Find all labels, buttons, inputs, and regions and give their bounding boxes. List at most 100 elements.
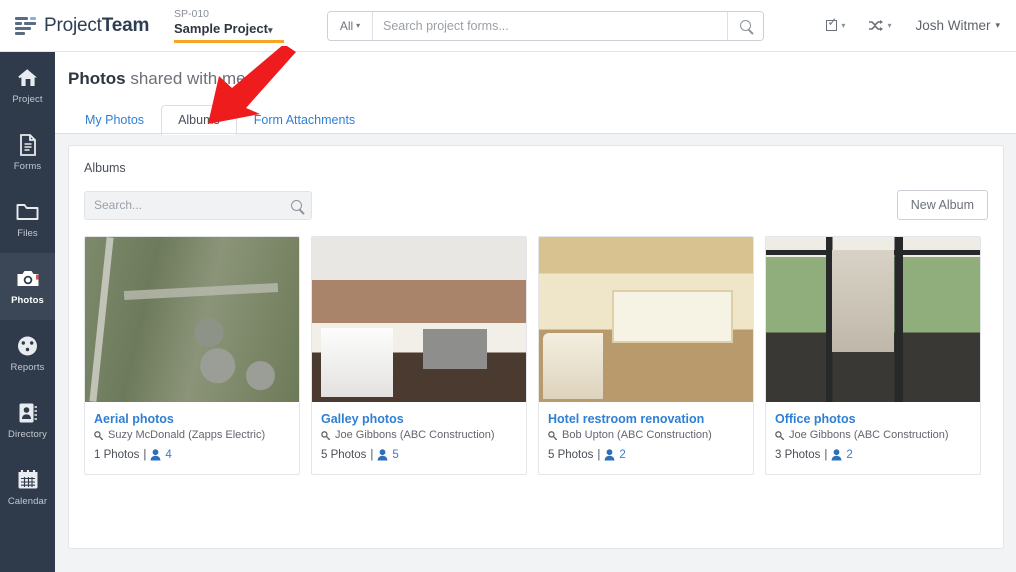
project-code: SP-010 bbox=[174, 7, 210, 20]
sidebar-item-directory[interactable]: Directory bbox=[0, 387, 55, 454]
logo-wordmark: ProjectTeam bbox=[44, 15, 149, 37]
album-search-input[interactable] bbox=[94, 198, 291, 212]
album-photo-count: 5 Photos bbox=[548, 449, 594, 461]
chevron-down-icon: ▾ bbox=[841, 21, 846, 30]
album-owner-label: Joe Gibbons (ABC Construction) bbox=[789, 429, 949, 441]
project-selector[interactable]: SP-010 Sample Project▾ bbox=[174, 0, 292, 52]
meta-separator: | bbox=[824, 449, 828, 461]
sidebar-item-reports[interactable]: Reports bbox=[0, 320, 55, 387]
search-icon bbox=[740, 20, 751, 31]
albums-toolbar: New Album bbox=[69, 175, 1003, 220]
user-menu[interactable]: Josh Witmer ▾ bbox=[915, 18, 1000, 33]
album-thumbnail[interactable] bbox=[766, 237, 980, 402]
new-album-button[interactable]: New Album bbox=[896, 190, 988, 220]
camera-icon bbox=[16, 268, 40, 290]
tasks-menu[interactable]: ▾ bbox=[826, 16, 846, 31]
home-icon bbox=[16, 67, 40, 89]
gauge-icon bbox=[16, 335, 40, 357]
global-search-input[interactable] bbox=[373, 11, 727, 40]
sidebar-item-project[interactable]: Project bbox=[0, 52, 55, 119]
album-photo-count: 3 Photos bbox=[775, 449, 821, 461]
album-card-body: Office photos Joe Gibbons (ABC Construct… bbox=[766, 402, 980, 474]
album-member-count: 2 bbox=[619, 449, 626, 461]
left-sidebar: Project Forms Files Photos Reports Direc… bbox=[0, 52, 55, 572]
album-thumbnail[interactable] bbox=[85, 237, 299, 402]
checkbox-check-icon bbox=[826, 16, 837, 31]
tab-bar-divider bbox=[55, 133, 1016, 134]
folder-icon bbox=[16, 201, 40, 223]
tab-bar: My Photos Albums Form Attachments bbox=[68, 104, 372, 135]
user-name-label: Josh Witmer bbox=[915, 18, 991, 33]
key-icon bbox=[775, 430, 785, 440]
album-member-count: 4 bbox=[165, 449, 172, 461]
sidebar-item-files[interactable]: Files bbox=[0, 186, 55, 253]
albums-panel: Albums New Album Aerial photos bbox=[68, 145, 1004, 549]
key-icon bbox=[94, 430, 104, 440]
album-owner-label: Suzy McDonald (Zapps Electric) bbox=[108, 429, 266, 441]
search-submit-button[interactable] bbox=[727, 11, 763, 40]
search-scope-label: All bbox=[339, 18, 354, 33]
logo-text-regular: Project bbox=[44, 14, 102, 36]
meta-separator: | bbox=[597, 449, 601, 461]
album-owner: Joe Gibbons (ABC Construction) bbox=[775, 427, 971, 444]
sidebar-item-calendar[interactable]: Calendar bbox=[0, 454, 55, 521]
sidebar-label: Reports bbox=[10, 361, 45, 373]
album-card-body: Aerial photos Suzy McDonald (Zapps Elect… bbox=[85, 402, 299, 474]
album-owner: Joe Gibbons (ABC Construction) bbox=[321, 427, 517, 444]
chevron-down-icon: ▾ bbox=[356, 21, 361, 30]
album-card[interactable]: Hotel restroom renovation Bob Upton (ABC… bbox=[538, 236, 754, 475]
album-card[interactable]: Office photos Joe Gibbons (ABC Construct… bbox=[765, 236, 981, 475]
global-search: All ▾ bbox=[327, 10, 764, 41]
projectteam-logo-icon bbox=[15, 16, 37, 36]
album-search-box bbox=[84, 190, 312, 220]
sidebar-label: Directory bbox=[8, 428, 47, 440]
album-title[interactable]: Office photos bbox=[775, 411, 971, 427]
sidebar-label: Forms bbox=[13, 160, 42, 172]
sidebar-label: Calendar bbox=[7, 495, 48, 507]
person-icon bbox=[605, 449, 615, 461]
album-title[interactable]: Aerial photos bbox=[94, 411, 290, 427]
document-icon bbox=[16, 133, 40, 156]
album-member-count: 5 bbox=[392, 449, 399, 461]
album-card[interactable]: Aerial photos Suzy McDonald (Zapps Elect… bbox=[84, 236, 300, 475]
album-title[interactable]: Hotel restroom renovation bbox=[548, 411, 744, 427]
album-thumbnail[interactable] bbox=[312, 237, 526, 402]
tab-form-attachments[interactable]: Form Attachments bbox=[237, 105, 372, 135]
meta-separator: | bbox=[370, 449, 374, 461]
sidebar-label: Photos bbox=[11, 294, 44, 306]
panel-title: Albums bbox=[84, 161, 126, 175]
page-title-rest: shared with me bbox=[125, 69, 246, 88]
album-thumbnail[interactable] bbox=[539, 237, 753, 402]
album-photo-count: 1 Photos bbox=[94, 449, 140, 461]
person-icon bbox=[832, 449, 842, 461]
project-active-underline bbox=[174, 39, 284, 43]
album-card[interactable]: Galley photos Joe Gibbons (ABC Construct… bbox=[311, 236, 527, 475]
tab-albums[interactable]: Albums bbox=[161, 105, 237, 135]
album-owner: Bob Upton (ABC Construction) bbox=[548, 427, 744, 444]
album-meta: 1 Photos | 4 bbox=[94, 446, 290, 464]
search-icon bbox=[291, 199, 302, 211]
logo-text-bold: Team bbox=[101, 14, 150, 36]
key-icon bbox=[321, 430, 331, 440]
chevron-down-icon: ▾ bbox=[267, 24, 273, 35]
sidebar-item-forms[interactable]: Forms bbox=[0, 119, 55, 186]
person-icon bbox=[378, 449, 388, 461]
album-meta: 3 Photos | 2 bbox=[775, 446, 971, 464]
album-meta: 5 Photos | 5 bbox=[321, 446, 517, 464]
album-member-count: 2 bbox=[846, 449, 853, 461]
key-icon bbox=[548, 430, 558, 440]
search-scope-dropdown[interactable]: All ▾ bbox=[328, 11, 373, 40]
sidebar-item-photos[interactable]: Photos bbox=[0, 253, 55, 320]
album-title[interactable]: Galley photos bbox=[321, 411, 517, 427]
projectteam-logo[interactable]: ProjectTeam bbox=[15, 15, 160, 37]
album-card-body: Hotel restroom renovation Bob Upton (ABC… bbox=[539, 402, 753, 474]
page-title: Photos shared with me bbox=[68, 69, 246, 89]
project-name-label: Sample Project bbox=[174, 20, 268, 36]
album-owner-label: Bob Upton (ABC Construction) bbox=[562, 429, 712, 441]
project-name[interactable]: Sample Project▾ bbox=[174, 21, 292, 38]
contact-icon bbox=[16, 402, 40, 424]
switch-menu[interactable]: ▾ bbox=[869, 19, 891, 32]
tab-my-photos[interactable]: My Photos bbox=[68, 105, 161, 135]
album-card-body: Galley photos Joe Gibbons (ABC Construct… bbox=[312, 402, 526, 474]
app-root: ProjectTeam SP-010 Sample Project▾ All ▾… bbox=[0, 0, 1016, 572]
